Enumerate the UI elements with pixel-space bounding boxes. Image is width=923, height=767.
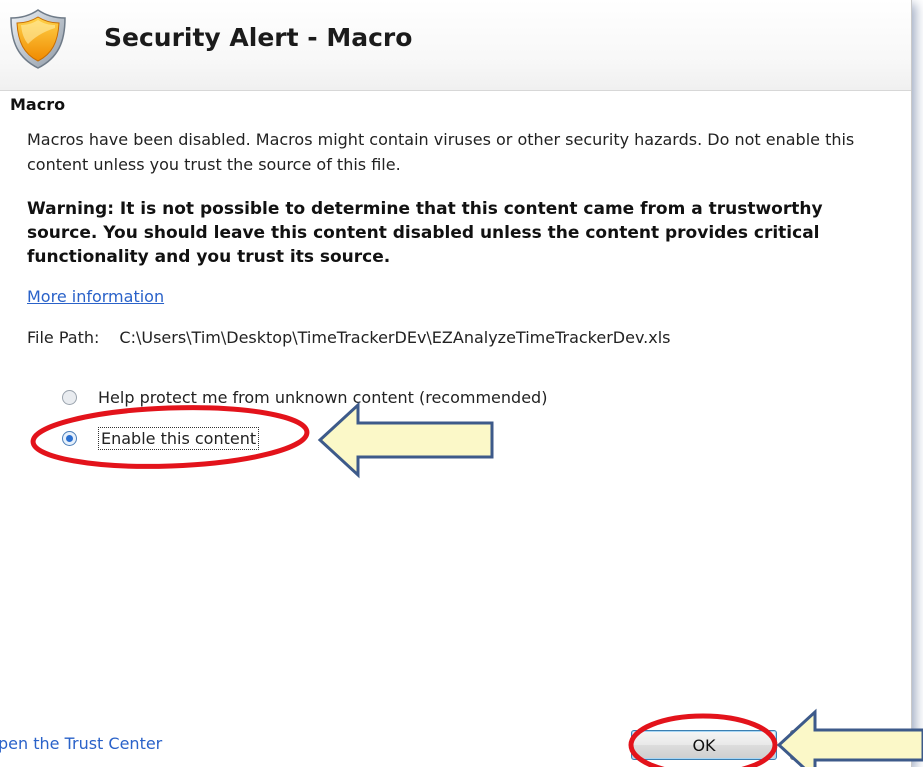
file-path-label: File Path: xyxy=(27,328,100,347)
radio-help-protect-label: Help protect me from unknown content (re… xyxy=(98,387,548,407)
macro-description: Macros have been disabled. Macros might … xyxy=(27,130,855,174)
file-path-value: C:\Users\Tim\Desktop\TimeTrackerDEv\EZAn… xyxy=(119,328,671,347)
trust-center-link[interactable]: pen the Trust Center xyxy=(0,734,162,753)
warning-text: Warning: It is not possible to determine… xyxy=(27,199,823,267)
radio-enable-content-label: Enable this content xyxy=(98,426,260,450)
file-path-row: File Path: C:\Users\Tim\Desktop\TimeTrack… xyxy=(27,328,671,347)
radio-help-protect[interactable]: Help protect me from unknown content (re… xyxy=(62,384,547,410)
more-information-link[interactable]: More information xyxy=(27,287,164,306)
shield-icon xyxy=(10,9,66,69)
radio-button-checked[interactable] xyxy=(62,430,77,446)
dialog-title: Security Alert - Macro xyxy=(104,23,413,52)
cancel-button[interactable]: Cancel xyxy=(790,730,911,760)
title-bar: Security Alert - Macro xyxy=(0,0,911,91)
section-title: Macro xyxy=(10,95,66,114)
radio-enable-content[interactable]: Enable this content xyxy=(62,425,260,451)
ok-button[interactable]: OK xyxy=(631,730,777,760)
radio-button-unchecked[interactable] xyxy=(62,389,77,405)
security-alert-dialog: Security Alert - Macro Macro Macros have… xyxy=(0,0,912,767)
